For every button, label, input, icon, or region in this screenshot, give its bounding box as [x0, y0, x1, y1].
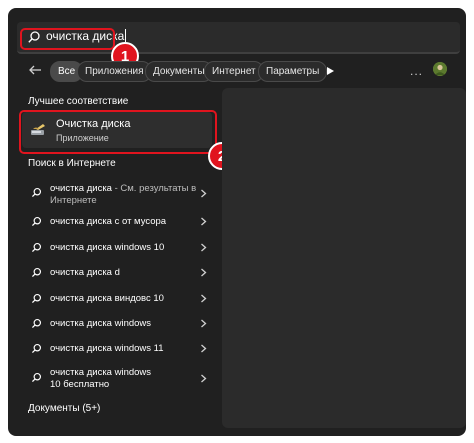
- web-result-text: очистка диска - См. результаты в Интерне…: [50, 183, 197, 206]
- more-options-icon[interactable]: ...: [410, 64, 423, 78]
- web-result-text: очистка диска windows 10: [50, 242, 165, 253]
- web-result-row[interactable]: очистка диска windows 10 бесплатно: [22, 366, 212, 390]
- avatar[interactable]: [433, 62, 447, 76]
- search-icon: [31, 318, 42, 329]
- web-result-text: очистка диска виндовс 10: [50, 293, 164, 304]
- back-arrow-icon[interactable]: [27, 62, 43, 78]
- chevron-right-icon: [201, 294, 207, 303]
- web-result-row[interactable]: очистка диска windows: [22, 317, 212, 331]
- search-icon: [31, 216, 42, 227]
- documents-heading: Документы (5+): [28, 403, 101, 414]
- chevron-right-icon: [201, 268, 207, 277]
- more-filters-arrow-icon[interactable]: [325, 66, 335, 76]
- web-result-row[interactable]: очистка диска - См. результаты в Интерне…: [22, 181, 212, 206]
- best-match-highlight: [19, 110, 217, 154]
- filter-settings[interactable]: Параметры: [258, 61, 328, 82]
- search-icon: [31, 372, 42, 383]
- web-search-heading: Поиск в Интернете: [28, 158, 116, 169]
- search-icon: [31, 293, 42, 304]
- chevron-right-icon: [201, 319, 207, 328]
- filter-apps[interactable]: Приложения: [77, 61, 152, 82]
- filter-web[interactable]: Интернет: [204, 61, 264, 82]
- user-avatar-icon: [433, 62, 447, 76]
- chevron-right-icon: [201, 217, 207, 226]
- web-result-text: очистка диска с от мусора: [50, 216, 167, 227]
- search-icon: [31, 343, 42, 354]
- preview-pane: [222, 88, 466, 428]
- search-icon: [31, 242, 42, 253]
- web-result-row[interactable]: очистка диска виндовс 10: [22, 292, 212, 306]
- chevron-right-icon: [201, 374, 207, 383]
- web-result-row[interactable]: очистка диска d: [22, 266, 212, 280]
- web-result-text: очистка диска windows 11: [50, 343, 164, 354]
- best-match-heading: Лучшее соответствие: [28, 96, 129, 107]
- filter-documents[interactable]: Документы: [145, 61, 213, 82]
- chevron-right-icon: [201, 243, 207, 252]
- search-icon: [31, 267, 42, 278]
- web-result-row[interactable]: очистка диска windows 10: [22, 241, 212, 255]
- web-result-text: очистка диска d: [50, 267, 120, 278]
- chevron-right-icon: [201, 344, 207, 353]
- web-result-text: очистка диска windows 10 бесплатно: [50, 367, 152, 390]
- search-icon: [31, 187, 42, 198]
- web-result-row[interactable]: очистка диска windows 11: [22, 342, 212, 356]
- web-result-text: очистка диска windows: [50, 318, 152, 329]
- web-result-row[interactable]: очистка диска с от мусора: [22, 215, 212, 229]
- search-highlight: [20, 28, 115, 50]
- chevron-right-icon: [201, 189, 207, 198]
